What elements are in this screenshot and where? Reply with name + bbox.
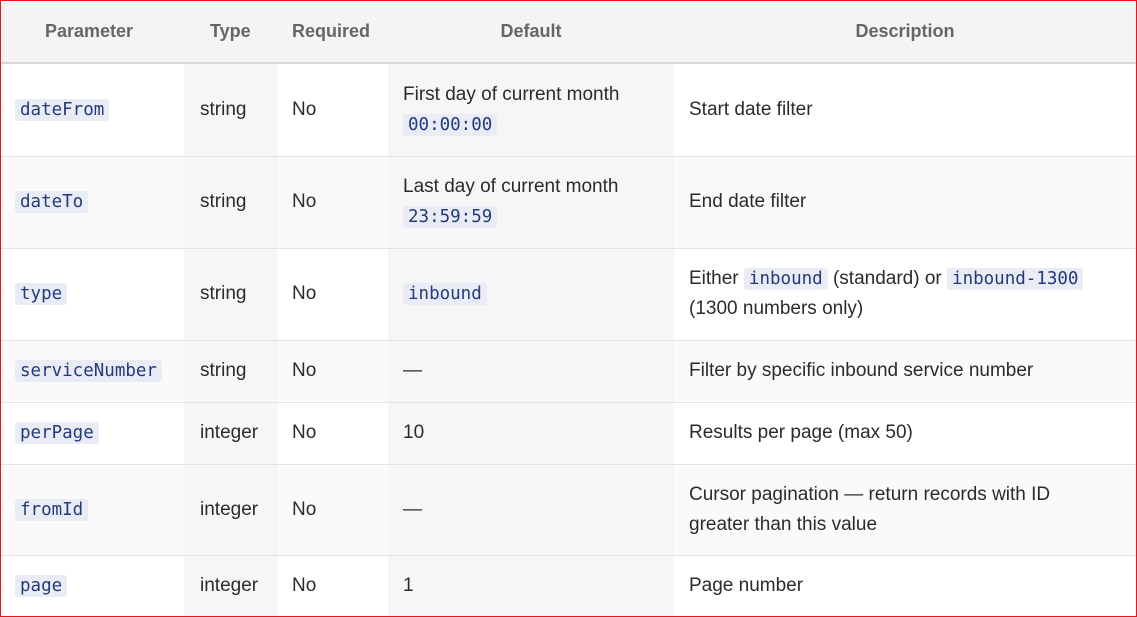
description-text: (standard) or (832, 268, 942, 289)
default-code: 23:59:59 (403, 206, 498, 228)
type-cell: integer (184, 464, 278, 556)
param-cell: fromId (1, 464, 184, 556)
description-code: inbound (743, 268, 828, 290)
param-name: page (15, 575, 68, 597)
table-header: Parameter Type Required Default Descript… (1, 1, 1136, 64)
required-cell: No (278, 555, 388, 616)
description-cell: Cursor pagination — return records with … (674, 464, 1136, 556)
table-row: fromId integer No — Cursor pagination — … (1, 464, 1136, 556)
default-cell: 1 (388, 555, 674, 616)
description-text: Either (689, 268, 739, 289)
parameters-table: Parameter Type Required Default Descript… (1, 1, 1136, 616)
type-cell: string (184, 63, 278, 157)
table-row: type string No inbound Either inbound (s… (1, 248, 1136, 341)
description-text: Cursor pagination — return records with … (689, 483, 1051, 505)
required-cell: No (278, 63, 388, 157)
header-type: Type (184, 1, 278, 64)
param-name: serviceNumber (15, 360, 162, 382)
param-cell: page (1, 555, 184, 616)
default-cell: — (388, 464, 674, 556)
default-cell: Last day of current month 23:59:59 (388, 156, 674, 249)
param-cell: perPage (1, 402, 184, 465)
param-cell: serviceNumber (1, 340, 184, 403)
required-cell: No (278, 402, 388, 465)
table-row: dateFrom string No First day of current … (1, 63, 1136, 157)
required-cell: No (278, 156, 388, 249)
description-cell: End date filter (674, 156, 1136, 249)
default-code: 00:00:00 (403, 113, 498, 136)
description-cell: Either inbound (standard) or inbound-130… (674, 248, 1136, 341)
param-name: perPage (15, 422, 99, 444)
type-cell: string (184, 156, 278, 249)
header-parameter: Parameter (1, 1, 184, 64)
description-code: inbound-1300 (947, 268, 1084, 290)
header-description: Description (674, 1, 1136, 64)
type-cell: integer (184, 555, 278, 616)
table-body: dateFrom string No First day of current … (1, 63, 1136, 616)
table-row: dateTo string No Last day of current mon… (1, 156, 1136, 249)
param-name: fromId (15, 498, 89, 521)
type-cell: integer (184, 402, 278, 465)
header-default: Default (388, 1, 674, 64)
required-cell: No (278, 248, 388, 341)
description-cell: Filter by specific inbound service numbe… (674, 340, 1136, 403)
table-row: perPage integer No 10 Results per page (… (1, 402, 1136, 465)
default-text: First day of current month (403, 83, 620, 105)
description-text: (1300 numbers only) (689, 298, 864, 319)
required-cell: No (278, 340, 388, 403)
default-code: inbound (403, 283, 487, 305)
table-row: serviceNumber string No — Filter by spec… (1, 340, 1136, 403)
default-cell: 10 (388, 402, 674, 465)
description-text: greater than this value (689, 513, 878, 535)
description-cell: Page number (674, 555, 1136, 616)
param-name: dateFrom (15, 98, 110, 121)
table-row: page integer No 1 Page number (1, 555, 1136, 616)
param-name: dateTo (15, 191, 89, 213)
default-text: Last day of current month (403, 176, 619, 197)
param-cell: type (1, 248, 184, 341)
type-cell: string (184, 248, 278, 341)
type-cell: string (184, 340, 278, 403)
param-name: type (15, 283, 68, 305)
description-cell: Start date filter (674, 63, 1136, 157)
header-row: Parameter Type Required Default Descript… (1, 1, 1136, 64)
description-cell: Results per page (max 50) (674, 402, 1136, 465)
default-cell: First day of current month 00:00:00 (388, 63, 674, 157)
default-cell: inbound (388, 248, 674, 341)
parameters-table-frame: Parameter Type Required Default Descript… (0, 0, 1137, 617)
param-cell: dateTo (1, 156, 184, 249)
default-cell: — (388, 340, 674, 403)
header-required: Required (278, 1, 388, 64)
required-cell: No (278, 464, 388, 556)
param-cell: dateFrom (1, 63, 184, 157)
